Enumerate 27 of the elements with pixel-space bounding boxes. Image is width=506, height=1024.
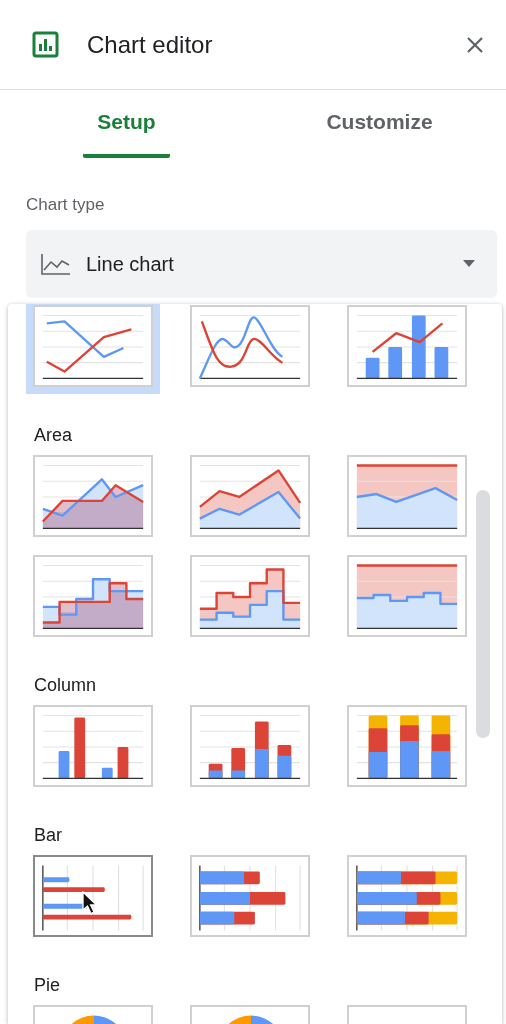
chart-icon (32, 31, 59, 58)
full-column-chart-icon (347, 704, 467, 787)
column-chart-icon (33, 704, 153, 787)
area-chart-icon (33, 454, 153, 537)
full-stepped-area-chart-icon (347, 554, 467, 637)
tab[interactable]: Setup (83, 90, 170, 158)
line-chart-icon (40, 251, 72, 276)
full-bar-chart-icon (347, 854, 467, 937)
full-area-chart-icon (347, 454, 467, 537)
stacked-stepped-area-chart-icon (190, 554, 310, 637)
stacked-column-chart-icon (190, 704, 310, 787)
stacked-bar-chart-icon (190, 854, 310, 937)
chart-type-option[interactable] (26, 303, 160, 394)
group-label: Column (34, 673, 98, 696)
field-label: Chart type (26, 194, 106, 216)
tab[interactable]: Customize (312, 90, 447, 158)
line-chart-icon (33, 304, 153, 387)
group-label: Pie (34, 973, 61, 996)
scrollbar[interactable] (476, 489, 490, 738)
stepped-area-chart-icon (33, 554, 153, 637)
group-label: Area (34, 423, 74, 446)
panel-title: Chart editor (87, 29, 213, 60)
group-label: Bar (34, 823, 63, 846)
stacked-area-chart-icon (190, 454, 310, 537)
bar-chart-icon (33, 854, 153, 937)
chart-type-dropdown[interactable]: Line chart (26, 229, 497, 298)
caret-icon (463, 260, 475, 267)
